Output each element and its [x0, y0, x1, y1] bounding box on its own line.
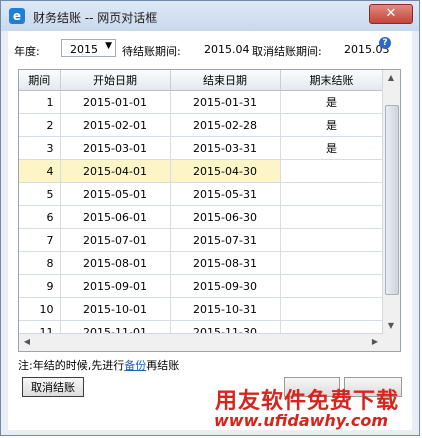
scroll-right-icon[interactable]: ▶ [367, 334, 383, 350]
scroll-up-icon[interactable]: ▲ [383, 70, 399, 86]
table-row[interactable]: 7 2015-07-01 2015-07-31 [19, 228, 384, 252]
dialog-content: 年度: 2015 ▼ 待结账期间: 2015.04 取消结账期间: 2015.0… [8, 31, 412, 430]
cell-end-date[interactable]: 2015-10-31 [170, 297, 281, 321]
cell-start-date[interactable]: 2015-05-01 [60, 182, 171, 206]
cell-start-date[interactable]: 2015-02-01 [60, 113, 171, 137]
cancel-close-button[interactable]: 取消结账 [22, 377, 84, 397]
cell-end-date[interactable]: 2015-01-31 [170, 90, 281, 114]
title-bar[interactable]: e 财务结账 -- 网页对话框 ✕ [1, 1, 419, 31]
close-icon[interactable]: ✕ [369, 4, 413, 24]
cell-start-date[interactable]: 2015-03-01 [60, 136, 171, 160]
cell-period[interactable]: 2 [19, 113, 61, 137]
cell-end-date[interactable]: 2015-05-31 [170, 182, 281, 206]
horizontal-scrollbar[interactable]: ◀ ▶ [19, 333, 383, 351]
table-row[interactable]: 8 2015-08-01 2015-08-31 [19, 251, 384, 275]
cell-closed[interactable] [280, 297, 384, 321]
col-header-start-date[interactable]: 开始日期 [60, 70, 171, 91]
cell-closed[interactable] [280, 205, 384, 229]
dialog-window: e 财务结账 -- 网页对话框 ✕ 年度: 2015 ▼ 待结账期间: 2015… [0, 0, 420, 436]
cell-start-date[interactable]: 2015-09-01 [60, 274, 171, 298]
cell-end-date[interactable]: 2015-06-30 [170, 205, 281, 229]
cell-closed[interactable] [280, 182, 384, 206]
cell-closed[interactable]: 是 [280, 90, 384, 114]
chevron-down-icon[interactable]: ▼ [105, 41, 112, 51]
cell-period[interactable]: 1 [19, 90, 61, 114]
cell-period[interactable]: 4 [19, 159, 61, 183]
cell-period[interactable]: 9 [19, 274, 61, 298]
cell-closed[interactable] [280, 159, 384, 183]
pending-period-value: 2015.04 [204, 43, 250, 56]
col-header-end-date[interactable]: 结束日期 [170, 70, 281, 91]
backup-link[interactable]: 备份 [124, 359, 146, 372]
cell-end-date[interactable]: 2015-02-28 [170, 113, 281, 137]
cell-end-date[interactable]: 2015-07-31 [170, 228, 281, 252]
year-value: 2015 [70, 43, 98, 56]
table-row[interactable]: 3 2015-03-01 2015-03-31 是 [19, 136, 384, 160]
scroll-thumb[interactable] [385, 105, 399, 295]
table-row[interactable]: 10 2015-10-01 2015-10-31 [19, 297, 384, 321]
year-select[interactable]: 2015 ▼ [61, 39, 116, 57]
window-title: 财务结账 -- 网页对话框 [33, 11, 158, 25]
cell-period[interactable]: 10 [19, 297, 61, 321]
cell-start-date[interactable]: 2015-06-01 [60, 205, 171, 229]
vertical-scrollbar[interactable]: ▲ ▼ [382, 70, 400, 334]
header-row: 期间 开始日期 结束日期 期末结账 [19, 70, 384, 91]
cell-closed[interactable] [280, 274, 384, 298]
cell-period[interactable]: 3 [19, 136, 61, 160]
table-row[interactable]: 2 2015-02-01 2015-02-28 是 [19, 113, 384, 137]
cell-start-date[interactable]: 2015-01-01 [60, 90, 171, 114]
table-row[interactable]: 9 2015-09-01 2015-09-30 [19, 274, 384, 298]
cell-end-date[interactable]: 2015-03-31 [170, 136, 281, 160]
scroll-corner [383, 334, 400, 351]
cell-period[interactable]: 7 [19, 228, 61, 252]
pending-period-label: 待结账期间: [122, 45, 181, 58]
cell-start-date[interactable]: 2015-04-01 [60, 159, 171, 183]
cell-end-date[interactable]: 2015-09-30 [170, 274, 281, 298]
table-row[interactable]: 1 2015-01-01 2015-01-31 是 [19, 90, 384, 114]
cell-closed[interactable] [280, 228, 384, 252]
period-table: 期间 开始日期 结束日期 期末结账 1 2015-01-01 2015-01-31 是… [19, 70, 384, 344]
year-end-note: 注:年结的时候,先进行备份再结账 [18, 357, 179, 373]
scroll-left-icon[interactable]: ◀ [19, 334, 35, 350]
scroll-down-icon[interactable]: ▼ [383, 318, 399, 334]
cancel-period-label: 取消结账期间: [252, 45, 322, 58]
cell-closed[interactable]: 是 [280, 136, 384, 160]
watermark-url: www.ufidawhy.com [214, 411, 388, 430]
cell-period[interactable]: 5 [19, 182, 61, 206]
cell-closed[interactable]: 是 [280, 113, 384, 137]
cell-start-date[interactable]: 2015-07-01 [60, 228, 171, 252]
cell-period[interactable]: 8 [19, 251, 61, 275]
cell-end-date[interactable]: 2015-04-30 [170, 159, 281, 183]
period-grid[interactable]: 期间 开始日期 结束日期 期末结账 1 2015-01-01 2015-01-31 是… [18, 69, 401, 352]
cell-closed[interactable] [280, 251, 384, 275]
cell-period[interactable]: 6 [19, 205, 61, 229]
note-prefix: 注:年结的时候,先进行 [18, 359, 125, 372]
note-suffix: 再结账 [146, 359, 180, 372]
cell-end-date[interactable]: 2015-08-31 [170, 251, 281, 275]
table-row[interactable]: 4 2015-04-01 2015-04-30 [19, 159, 384, 183]
year-label: 年度: [14, 45, 40, 58]
ie-icon: e [9, 8, 25, 24]
table-row[interactable]: 6 2015-06-01 2015-06-30 [19, 205, 384, 229]
cell-start-date[interactable]: 2015-10-01 [60, 297, 171, 321]
col-header-period[interactable]: 期间 [19, 70, 61, 91]
cell-start-date[interactable]: 2015-08-01 [60, 251, 171, 275]
help-icon[interactable]: ? [379, 37, 391, 49]
col-header-closed[interactable]: 期末结账 [280, 70, 384, 91]
table-row[interactable]: 5 2015-05-01 2015-05-31 [19, 182, 384, 206]
toolbar: 年度: 2015 ▼ 待结账期间: 2015.04 取消结账期间: 2015.0… [14, 37, 410, 59]
